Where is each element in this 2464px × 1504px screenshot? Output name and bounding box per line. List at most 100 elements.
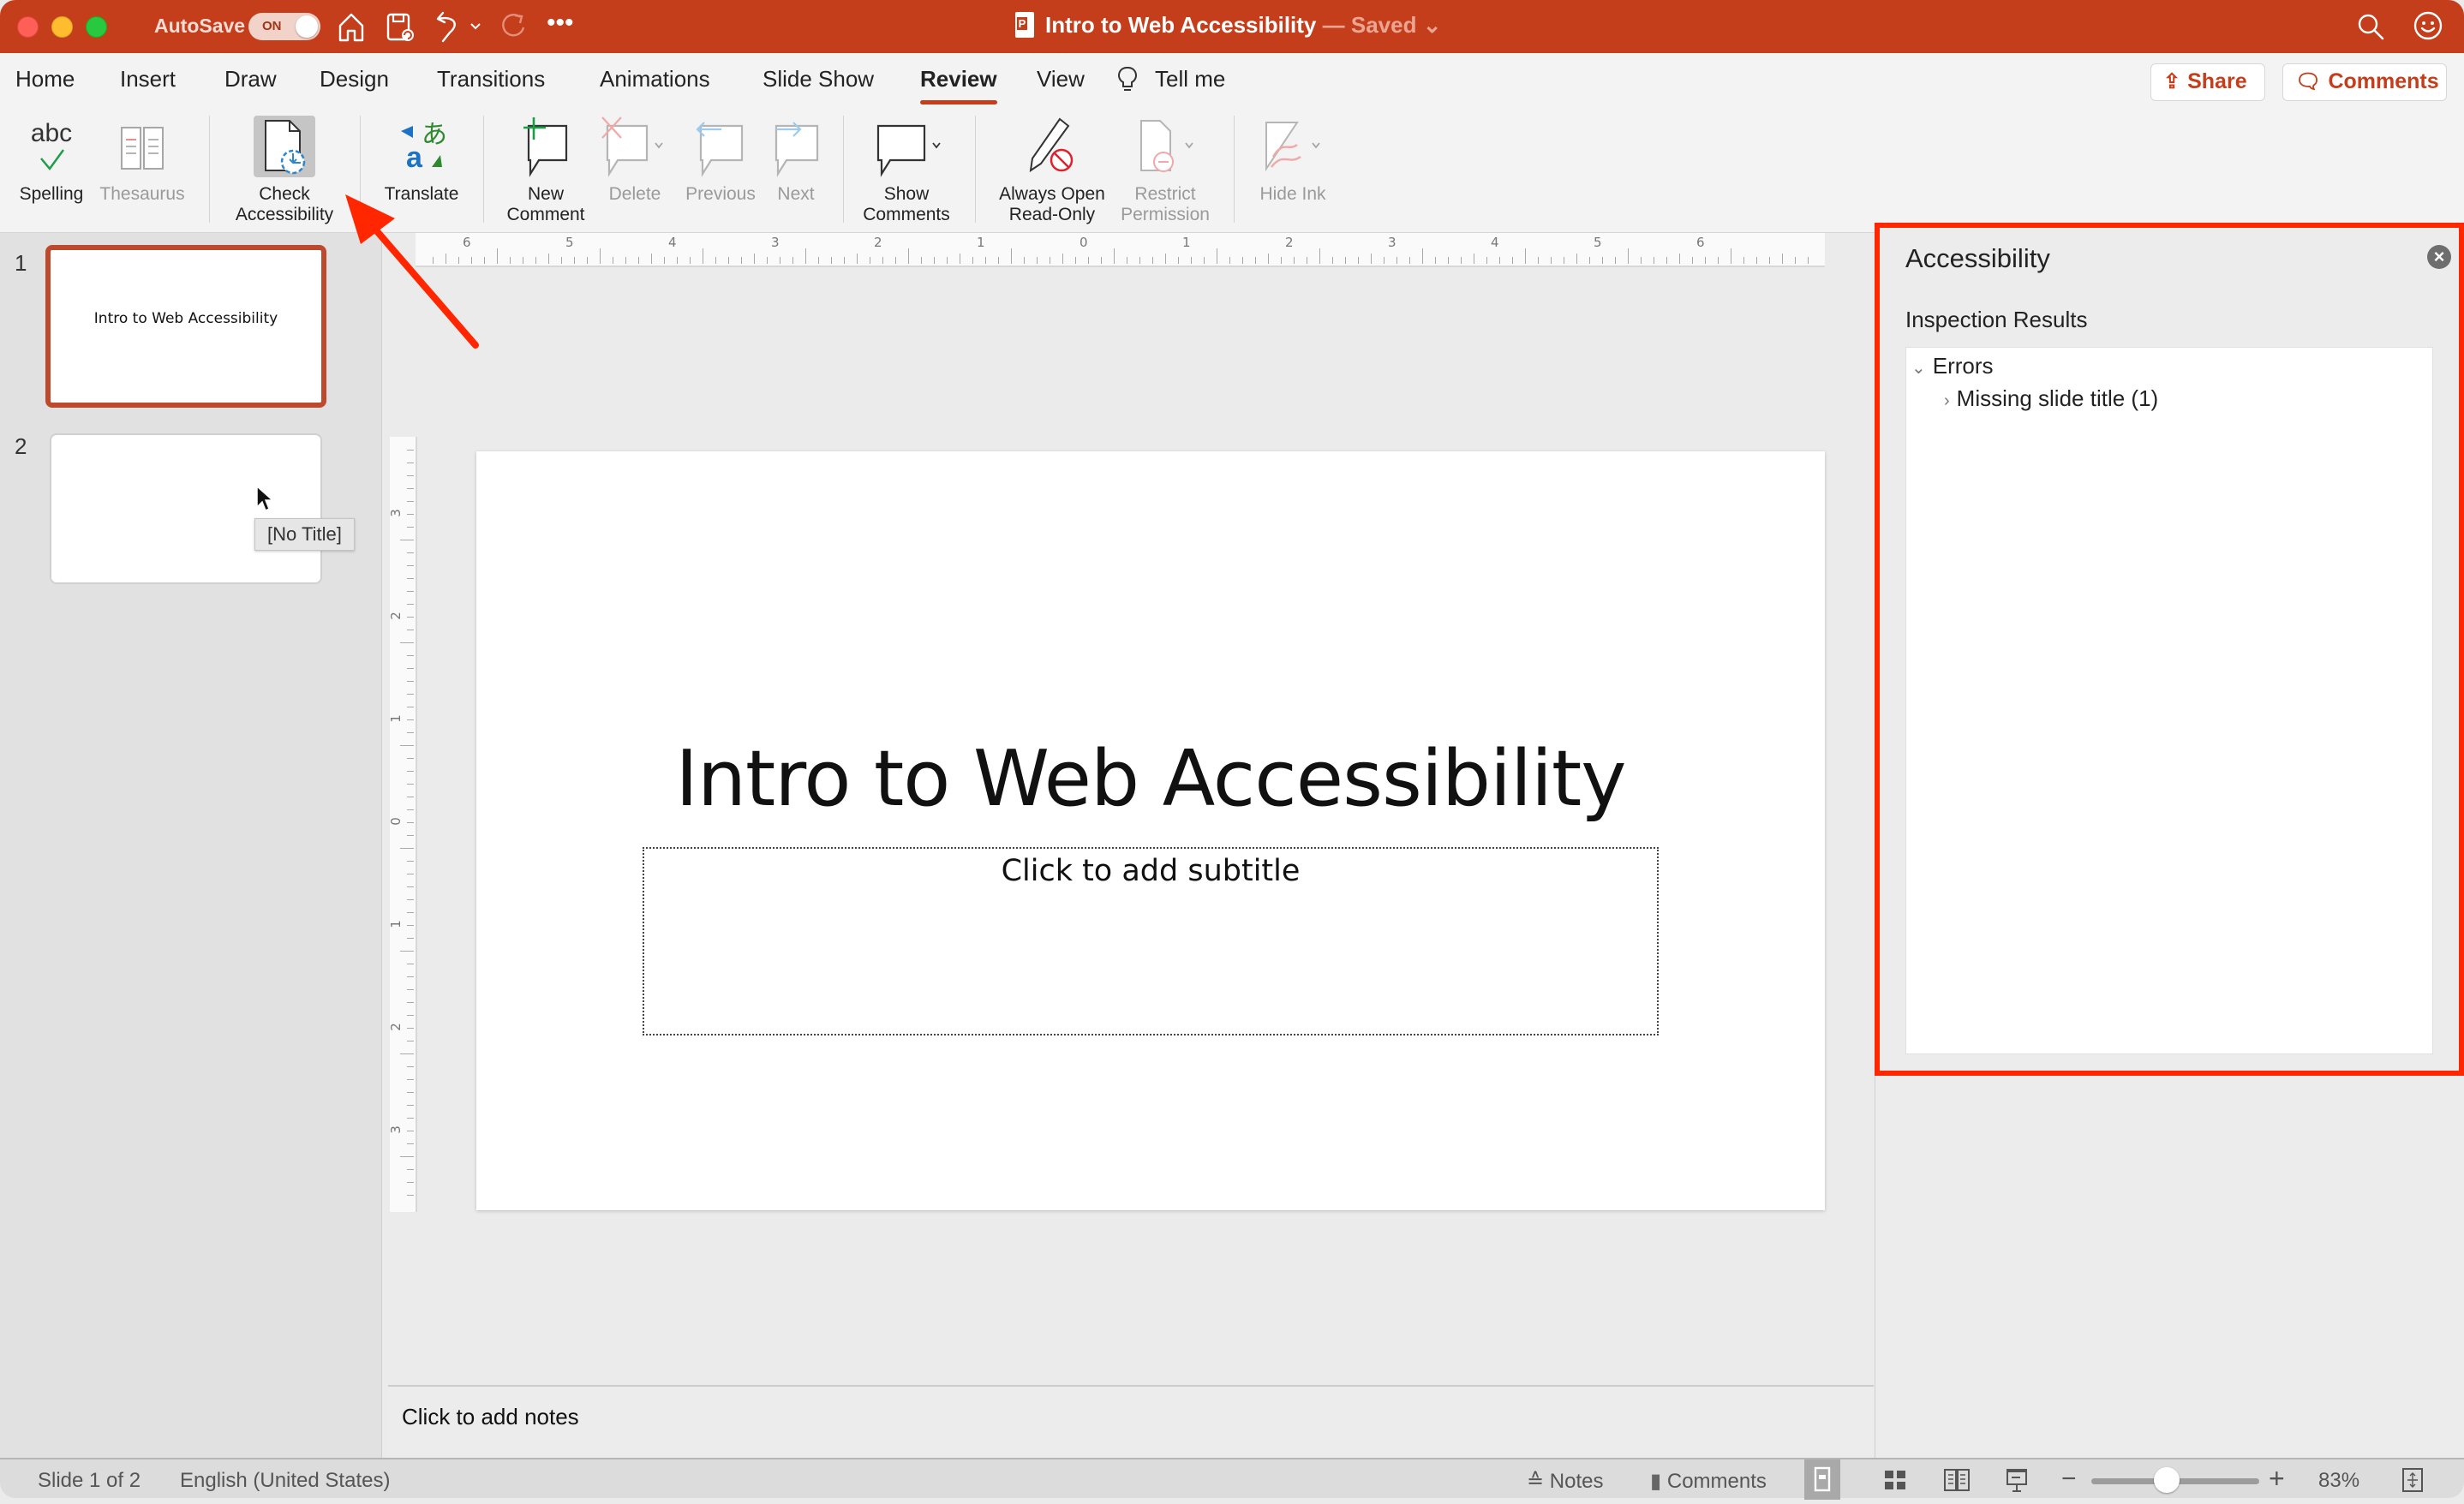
ruler-label: 2: [1285, 235, 1294, 250]
comment-icon: ▮: [1650, 1470, 1667, 1493]
spelling-icon: abc: [31, 119, 72, 171]
zoom-in-button[interactable]: +: [2269, 1463, 2285, 1495]
ruler-tick: [407, 771, 414, 772]
notes-icon: ≙: [1527, 1470, 1550, 1493]
share-icon: ⇪: [2163, 70, 2181, 93]
home-icon[interactable]: [337, 12, 366, 43]
tree-group-errors[interactable]: ⌄ Errors: [1911, 353, 1994, 379]
subtitle-placeholder-box[interactable]: Click to add subtitle: [643, 847, 1659, 1035]
ruler-tick: [690, 257, 691, 264]
ruler-tick: [1486, 257, 1487, 264]
tab-slide-show[interactable]: Slide Show: [763, 66, 874, 93]
slide-thumbnail-1[interactable]: Intro to Web Accessibility: [45, 245, 326, 408]
ruler-tick: [1705, 257, 1706, 264]
slideshow-view-icon[interactable]: [2003, 1466, 2030, 1494]
feedback-smiley-icon[interactable]: [2413, 10, 2443, 41]
reading-view-icon[interactable]: [1941, 1467, 1972, 1493]
search-icon[interactable]: [2356, 12, 2385, 41]
next-comment-button[interactable]: Next: [764, 114, 828, 205]
ruler-tick: [407, 1092, 414, 1093]
zoom-slider-handle[interactable]: [2154, 1467, 2180, 1493]
ruler-tick: [407, 1079, 414, 1080]
tab-view[interactable]: View: [1037, 66, 1085, 93]
notes-toggle[interactable]: ≙ Notes: [1527, 1469, 1603, 1494]
ruler-tick: [1512, 257, 1513, 264]
ruler-label: 0: [387, 817, 404, 826]
minimize-window-button[interactable]: [51, 16, 73, 38]
tab-insert[interactable]: Insert: [120, 66, 176, 93]
slide-tooltip: [No Title]: [254, 518, 355, 551]
ruler-tick: [510, 257, 511, 264]
hide-ink-button[interactable]: Hide Ink: [1249, 114, 1337, 205]
check-accessibility-button[interactable]: Check Accessibility: [224, 114, 344, 225]
ruler-tick: [407, 809, 414, 810]
thesaurus-button[interactable]: Thesaurus: [94, 114, 190, 205]
ruler-tick: [400, 1053, 414, 1054]
slide-canvas[interactable]: Intro to Web Accessibility Click to add …: [476, 451, 1825, 1210]
ruler-tick: [857, 254, 858, 264]
more-icon[interactable]: •••: [547, 7, 574, 39]
ruler-tick: [407, 655, 414, 656]
tab-review[interactable]: Review: [920, 66, 997, 104]
tell-me-search[interactable]: Tell me: [1155, 66, 1225, 93]
maximize-window-button[interactable]: [86, 16, 107, 38]
slide-title[interactable]: Intro to Web Accessibility: [476, 734, 1825, 824]
translate-button[interactable]: aあ Translate: [374, 114, 469, 205]
accessibility-pane: Accessibility × Inspection Results ⌄ Erro…: [1875, 224, 2464, 1458]
subtitle-placeholder[interactable]: Click to add subtitle: [644, 854, 1657, 888]
autosave-toggle[interactable]: ON: [248, 13, 320, 40]
spelling-button[interactable]: abc Spelling: [12, 114, 91, 205]
pane-title: Accessibility: [1905, 243, 2050, 273]
ruler-label: 2: [387, 1023, 404, 1031]
ruler-label: 3: [387, 1125, 404, 1134]
share-button[interactable]: ⇪ Share: [2150, 63, 2265, 101]
notes-pane[interactable]: Click to add notes: [388, 1385, 1874, 1458]
undo-icon[interactable]: [434, 10, 462, 45]
show-comments-button[interactable]: Show Comments: [853, 114, 960, 225]
window-title[interactable]: Intro to Web Accessibility — Saved ⌄: [1045, 12, 1441, 39]
ruler-tick: [497, 248, 498, 264]
ruler-tick: [407, 501, 414, 502]
comments-toggle[interactable]: ▮ Comments: [1650, 1469, 1767, 1494]
undo-dropdown-icon[interactable]: [469, 22, 481, 31]
slide-thumbnail-2[interactable]: [50, 433, 322, 584]
tab-design[interactable]: Design: [320, 66, 389, 93]
tab-draw[interactable]: Draw: [224, 66, 277, 93]
tab-home[interactable]: Home: [15, 66, 75, 93]
ribbon-separator: [209, 116, 210, 223]
new-comment-label: New Comment: [506, 184, 585, 224]
ruler-tick: [400, 951, 414, 952]
new-comment-button[interactable]: New Comment: [499, 114, 593, 225]
check-accessibility-icon: [254, 116, 315, 177]
comments-button[interactable]: 🗨 Comments: [2282, 63, 2447, 101]
slide-sorter-view-icon[interactable]: [1881, 1468, 1911, 1492]
redo-icon: [502, 14, 525, 37]
delete-comment-button[interactable]: Delete: [596, 114, 673, 205]
thumbnail-title: Intro to Web Accessibility: [93, 310, 278, 327]
restrict-permission-button[interactable]: Restrict Permission: [1114, 114, 1217, 225]
ruler-tick: [908, 248, 909, 264]
zoom-out-button[interactable]: −: [2061, 1465, 2077, 1494]
tab-transitions[interactable]: Transitions: [437, 66, 545, 93]
powerpoint-doc-icon: [1015, 12, 1034, 38]
always-open-read-only-button[interactable]: Always Open Read-Only: [990, 114, 1114, 225]
tree-item-missing-slide-title[interactable]: › Missing slide title (1): [1944, 385, 2158, 412]
ruler-label: 2: [387, 612, 404, 620]
fit-to-window-icon[interactable]: [2401, 1466, 2425, 1494]
normal-view-button[interactable]: [1804, 1459, 1840, 1500]
ruler-tick: [1037, 257, 1038, 264]
mouse-cursor-icon: [256, 485, 274, 512]
zoom-percent[interactable]: 83%: [2318, 1469, 2359, 1493]
ruler-tick: [818, 257, 819, 264]
notes-placeholder[interactable]: Click to add notes: [402, 1404, 579, 1430]
ruler-tick: [400, 1156, 414, 1157]
next-label: Next: [777, 184, 815, 204]
previous-comment-button[interactable]: Previous: [677, 114, 764, 205]
tab-animations[interactable]: Animations: [600, 66, 710, 93]
ruler-tick: [1602, 257, 1603, 264]
language-indicator[interactable]: English (United States): [180, 1469, 390, 1493]
save-icon[interactable]: [386, 12, 416, 43]
ruler-tick: [1332, 257, 1333, 264]
close-window-button[interactable]: [17, 16, 39, 38]
close-pane-button[interactable]: ×: [2427, 245, 2451, 269]
